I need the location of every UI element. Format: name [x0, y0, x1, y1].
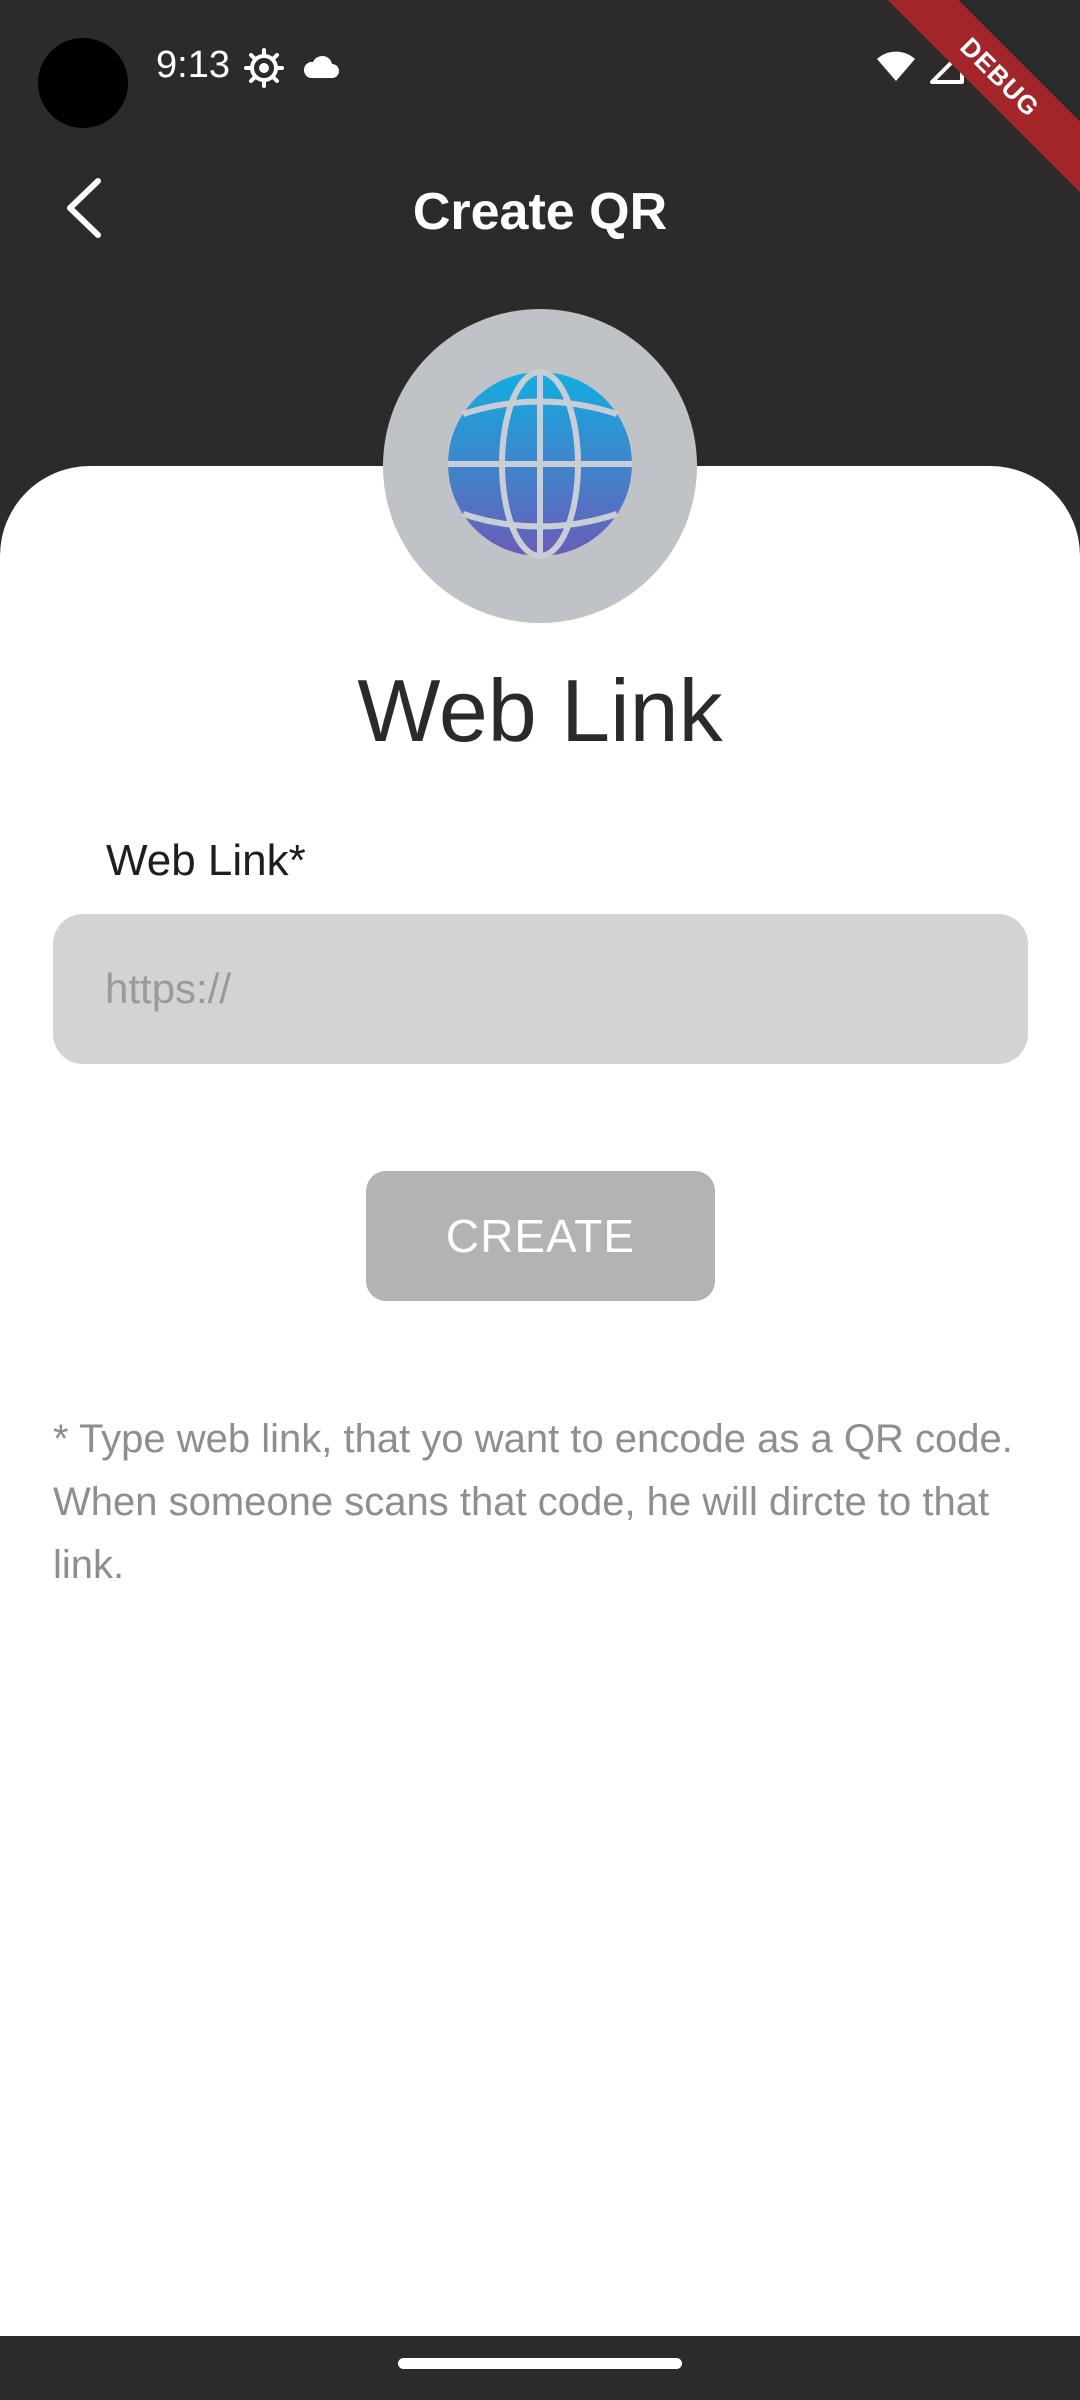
settings-icon [244, 48, 284, 93]
page-title: Create QR [412, 183, 668, 241]
wifi-icon [876, 51, 916, 88]
home-indicator[interactable] [398, 2358, 682, 2369]
web-link-label: Web Link* [106, 836, 306, 885]
hint-text: * Type web link, that yo want to encode … [53, 1417, 1013, 1587]
status-time: 9:13 [156, 44, 230, 86]
cloud-icon [302, 54, 340, 85]
section-heading: Web Link [357, 661, 723, 760]
type-icon-badge [383, 309, 697, 623]
screen: 9:13 DEBUG Create QR Web Link Web Link* … [0, 0, 1080, 2400]
camera-cutout [38, 38, 128, 128]
navigation-bar [0, 2336, 1080, 2400]
create-button[interactable]: CREATE [366, 1171, 715, 1301]
globe-icon [445, 368, 635, 564]
app-bar: Create QR [0, 150, 1080, 270]
web-link-input[interactable] [53, 914, 1028, 1064]
